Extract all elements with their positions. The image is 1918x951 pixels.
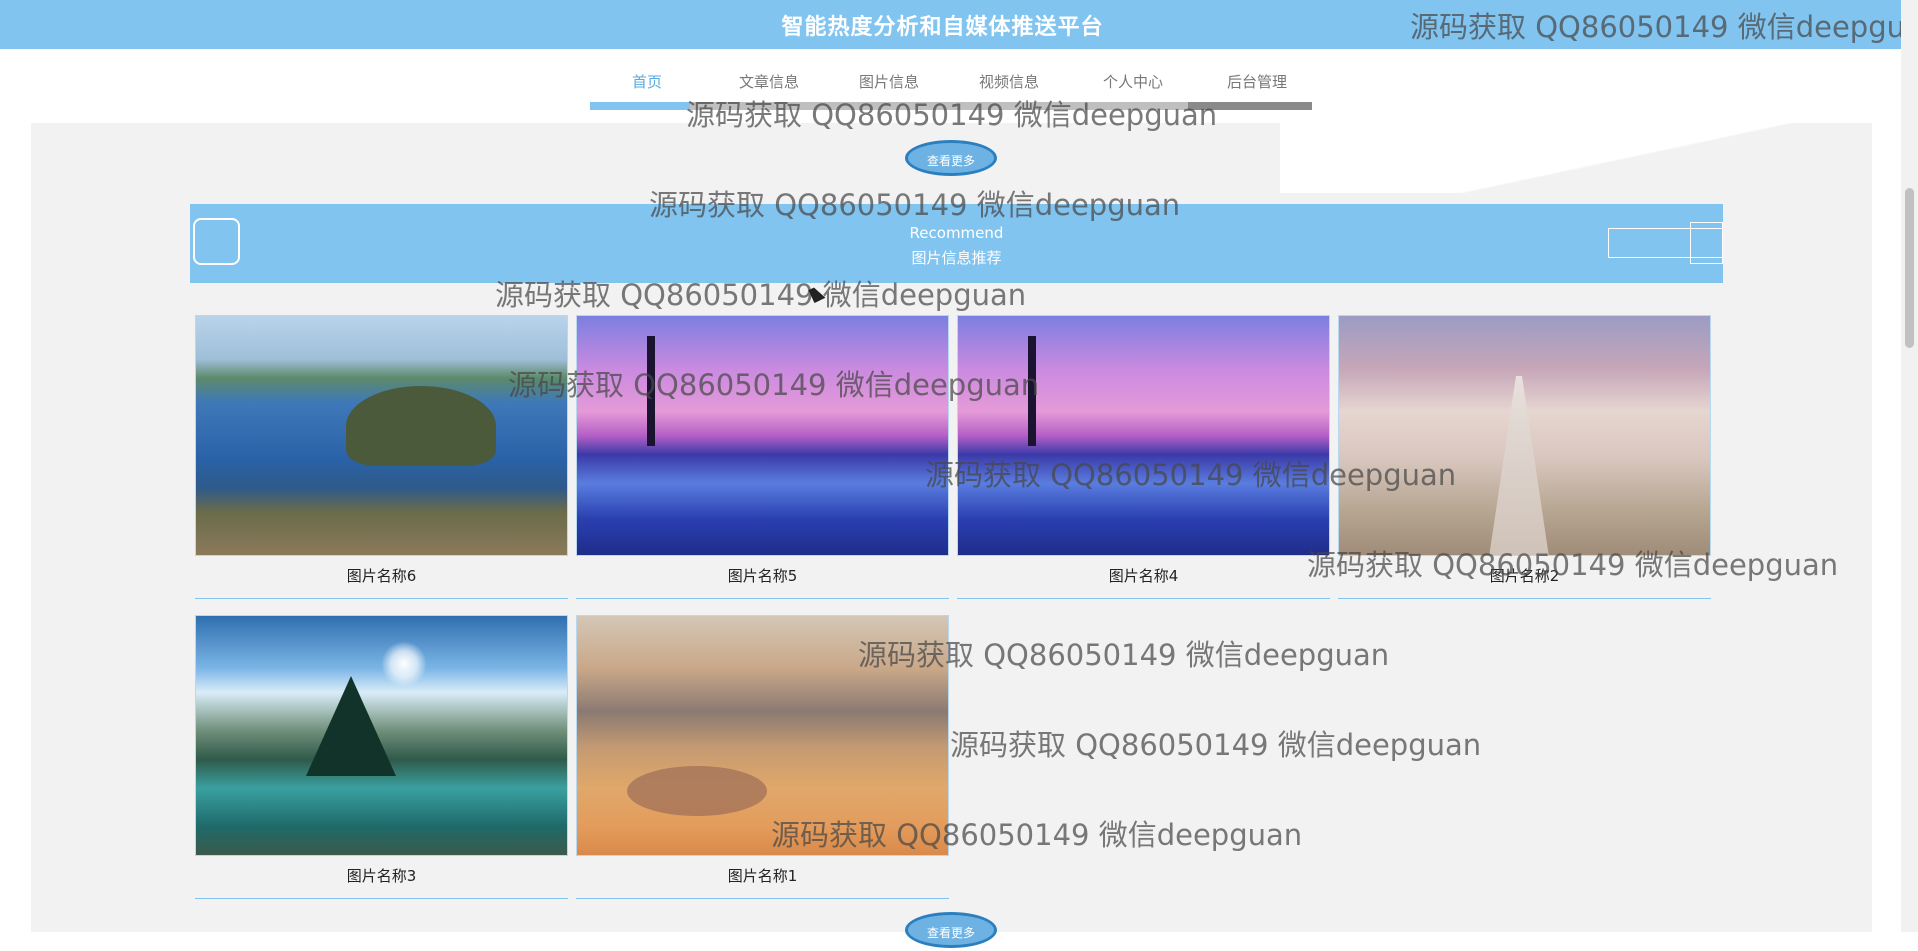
card-title[interactable]: 图片名称6 [195,565,568,586]
recommend-banner: Recommend 图片信息推荐 [190,204,1723,283]
view-more-button-bottom[interactable]: 查看更多 [905,912,997,948]
gallery-card[interactable]: 图片名称2 [1338,315,1711,600]
card-underline [576,598,949,599]
gallery-card[interactable]: 图片名称4 [957,315,1330,600]
scrollbar-thumb[interactable] [1905,188,1914,348]
palm-tree-shape [647,336,655,446]
island-shape [346,386,496,466]
nav-active-indicator [590,102,690,110]
card-underline [195,898,568,899]
mountain-lake-photo[interactable] [195,615,568,856]
palm-tree-shape [1028,336,1036,446]
next-arrow-frame [1690,222,1723,264]
card-underline [195,598,568,599]
flower-field-rainbow-photo[interactable] [1338,315,1711,556]
card-underline [1338,598,1711,599]
gallery-card[interactable]: 图片名称6 [195,315,568,600]
sun-glow-shape [381,641,427,687]
card-underline [576,898,949,899]
main-navigation: 首页 文章信息 图片信息 视频信息 个人中心 后台管理 [0,70,1885,114]
gallery-card[interactable]: 图片名称1 [576,615,949,900]
banner-chinese-title: 图片信息推荐 [911,249,1002,267]
site-title: 智能热度分析和自媒体推送平台 [781,15,1104,40]
nav-item-home[interactable]: 首页 [587,70,707,94]
gallery-card[interactable]: 图片名称3 [195,615,568,900]
nav-track-end [1188,102,1312,110]
card-title[interactable]: 图片名称4 [957,565,1330,586]
banner-english-title: Recommend [909,224,1004,242]
gallery-card[interactable]: 图片名称5 [576,315,949,600]
cloud-shape [627,766,767,816]
decorative-stripe [1280,123,1872,193]
nav-item-images[interactable]: 图片信息 [829,70,949,94]
card-underline [957,598,1330,599]
view-more-button[interactable]: 查看更多 [905,140,997,176]
lake-island-photo[interactable] [195,315,568,556]
top-header-bar: 智能热度分析和自媒体推送平台 [0,0,1918,49]
nav-item-articles[interactable]: 文章信息 [709,70,829,94]
nav-item-videos[interactable]: 视频信息 [949,70,1069,94]
cloud-sky-photo[interactable] [576,615,949,856]
trees-shape [306,676,396,776]
palm-pool-sunset-photo[interactable] [957,315,1330,556]
card-title[interactable]: 图片名称2 [1338,565,1711,586]
nav-track [690,102,1188,110]
vertical-scrollbar[interactable] [1901,0,1918,932]
nav-item-admin[interactable]: 后台管理 [1197,70,1317,94]
card-title[interactable]: 图片名称3 [195,865,568,886]
card-title[interactable]: 图片名称5 [576,565,949,586]
path-shape [1489,376,1549,555]
palm-pool-sunset-photo[interactable] [576,315,949,556]
nav-item-profile[interactable]: 个人中心 [1073,70,1193,94]
card-title[interactable]: 图片名称1 [576,865,949,886]
